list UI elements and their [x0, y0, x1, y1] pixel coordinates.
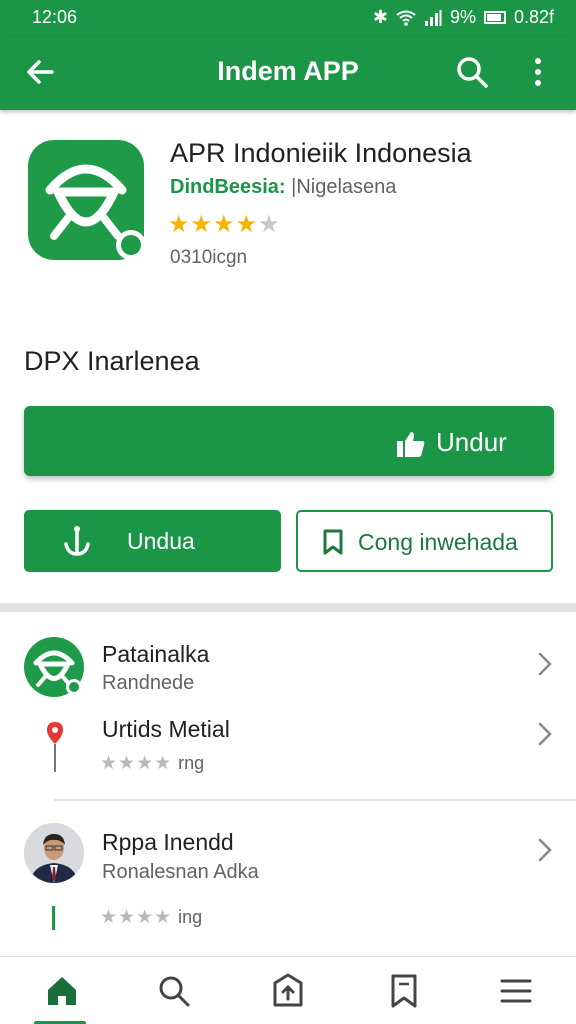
app-rating: ★★★★★	[168, 210, 281, 239]
bluetooth-icon: ✱	[372, 7, 388, 27]
upload-box-icon[interactable]	[268, 971, 308, 1011]
map-pin-icon	[47, 722, 63, 772]
app-logo-icon	[28, 140, 146, 260]
status-icons: ✱ 9% 0.82f	[373, 7, 554, 28]
primary-download-button[interactable]: Undur	[24, 406, 554, 476]
home-icon[interactable]	[42, 971, 82, 1011]
status-bar: 12:06 ✱ 9% 0.82f	[0, 0, 576, 36]
status-time: 12:06	[32, 7, 78, 27]
rating-text: rng	[178, 753, 205, 773]
app-developer[interactable]: DindBeesia: |Nigelasena	[170, 176, 396, 199]
hamburger-menu-icon[interactable]	[496, 971, 536, 1011]
rating-stars: ★★★★	[100, 753, 173, 774]
bookmark-icon	[323, 529, 343, 555]
verified-badge-icon	[116, 230, 146, 260]
anchor-icon	[64, 526, 90, 556]
person-avatar[interactable]	[24, 823, 84, 883]
secondary-download-button[interactable]: Undua	[24, 510, 281, 572]
developer-accent: DindBeesia:	[170, 176, 286, 198]
list-item-subtitle: Ronalesnan Adka	[102, 861, 259, 883]
secondary-button-label: Undua	[127, 528, 195, 554]
wishlist-button[interactable]: Cong inwehada	[296, 510, 553, 572]
bottom-navigation	[0, 956, 576, 1024]
primary-button-label: Undur	[436, 427, 507, 457]
list-divider	[54, 799, 576, 801]
chevron-right-icon[interactable]	[536, 651, 554, 677]
section-divider	[0, 603, 576, 612]
thumbs-up-icon	[397, 432, 425, 457]
developer-rest: |Nigelasena	[285, 176, 397, 198]
rating-text: ing	[178, 907, 203, 927]
search-icon[interactable]	[452, 52, 492, 92]
outline-button-label: Cong inwehada	[358, 529, 518, 555]
app-size: 0310icgn	[170, 247, 248, 268]
battery-icon	[483, 11, 506, 24]
verified-badge-icon	[66, 679, 82, 695]
app-name: APR Indonieiik Indonesia	[170, 138, 472, 168]
search-icon[interactable]	[154, 971, 194, 1011]
app-bar: Indem APP	[0, 36, 576, 110]
rating-star-half: ★	[258, 211, 281, 238]
chevron-right-icon[interactable]	[536, 721, 554, 747]
list-item-title[interactable]: Urtids Metial	[102, 716, 230, 743]
list-item-title[interactable]: Patainalka	[102, 641, 209, 668]
bookmark-icon[interactable]	[384, 971, 424, 1011]
list-item-rating: ★★★★ rng	[100, 752, 204, 775]
rating-stars: ★★★★	[100, 907, 173, 928]
list-item-subtitle: Randnede	[102, 672, 195, 694]
battery-percent: 9%	[449, 7, 476, 27]
list-item-rating: ★★★★ ing	[100, 906, 202, 929]
chevron-right-icon[interactable]	[536, 837, 554, 863]
status-extra: 0.82f	[513, 7, 554, 27]
more-vertical-icon[interactable]	[520, 52, 556, 92]
rating-stars: ★★★★	[168, 211, 259, 238]
wifi-icon	[396, 10, 416, 26]
list-item-title[interactable]: Rppa Inendd	[102, 829, 234, 856]
status-indicator	[52, 906, 55, 930]
signal-icon	[424, 9, 442, 26]
section-label: DPX Inarlenea	[24, 346, 200, 376]
app-logo-icon[interactable]	[24, 637, 84, 697]
